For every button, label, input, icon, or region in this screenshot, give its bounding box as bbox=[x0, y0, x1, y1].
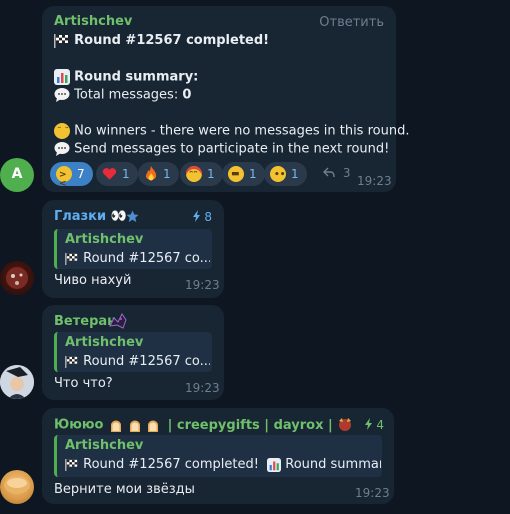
message-author[interactable]: Глазки 👀 bbox=[54, 209, 127, 224]
message-line: Round #12567 completed! bbox=[54, 33, 269, 48]
reaction-count: 1 bbox=[249, 167, 257, 181]
avatar-image bbox=[4, 476, 30, 494]
reply-quote[interactable]: Artishchev Round #12567 co... bbox=[54, 332, 212, 372]
rofl-icon: >< bbox=[56, 166, 72, 189]
speech-bubble-icon bbox=[54, 88, 70, 102]
replies-counter[interactable]: 3 bbox=[323, 166, 350, 180]
avatar-image bbox=[0, 365, 34, 399]
reply-snippet: Round #12567 co... bbox=[83, 354, 210, 369]
bread-icon bbox=[129, 420, 140, 432]
reaction-rofl[interactable]: >< 7 bbox=[50, 162, 93, 189]
neutral-face-icon: •• bbox=[270, 166, 286, 182]
avatar-letter: A bbox=[11, 166, 23, 182]
reply-author: Artishchev bbox=[65, 438, 144, 453]
reply-author: Artishchev bbox=[65, 335, 144, 350]
avatar[interactable]: A bbox=[0, 158, 34, 192]
bread-icon bbox=[148, 420, 159, 432]
reply-snippet: Round #12567 co... bbox=[83, 251, 210, 266]
message-text: Чиво нахуй bbox=[54, 273, 132, 288]
message-text: Верните мои звёзды bbox=[54, 482, 195, 497]
message-line: Round summary: bbox=[54, 69, 198, 85]
round-title: Round #12567 completed! bbox=[74, 33, 270, 48]
bar-chart-icon bbox=[54, 69, 70, 85]
party-face-icon: ᵔᵔ bbox=[186, 166, 202, 182]
boost-badge: 8 bbox=[192, 210, 212, 224]
message-time: 19:23 bbox=[355, 486, 390, 500]
reaction-count: 1 bbox=[207, 167, 215, 181]
message-bubble[interactable]: Юююо | creepygifts | dayrox | 4 Artishch… bbox=[42, 408, 394, 504]
avatar[interactable] bbox=[0, 365, 34, 399]
badge-count: 4 bbox=[376, 418, 384, 432]
bar-chart-icon bbox=[267, 457, 282, 472]
badge-count: 8 bbox=[204, 210, 212, 224]
boost-badge: 4 bbox=[364, 418, 384, 432]
message-time: 19:23 bbox=[357, 174, 392, 188]
grin-icon: ▬ bbox=[228, 166, 244, 182]
summary-heading: Round summary: bbox=[74, 69, 199, 85]
checkered-flag-icon bbox=[65, 355, 78, 368]
reaction-grin[interactable]: ▬ 1 bbox=[222, 162, 265, 186]
message-author: Юююо bbox=[54, 417, 104, 433]
reply-count: 3 bbox=[342, 166, 351, 180]
reply-text: Round #12567 co... bbox=[65, 251, 210, 266]
message-author[interactable]: Artishchev bbox=[54, 14, 132, 29]
sad-face-icon: ˘ ˘ bbox=[54, 123, 70, 139]
reaction-count: 1 bbox=[122, 167, 130, 181]
checkered-flag-icon bbox=[54, 33, 68, 48]
message-time: 19:23 bbox=[185, 381, 220, 395]
reaction-count: 1 bbox=[291, 167, 299, 181]
message-time: 19:23 bbox=[185, 278, 220, 292]
total-messages-label: Total messages: bbox=[74, 87, 179, 103]
dragon-icon bbox=[109, 313, 127, 329]
reply-quote[interactable]: Artishchev Round #12567 co... bbox=[54, 229, 212, 269]
reply-text: Round #12567 completed! Round summar... bbox=[65, 457, 381, 472]
reply-quote[interactable]: Artishchev Round #12567 completed! Round… bbox=[54, 435, 382, 477]
message-line: Send messages to participate in the next… bbox=[54, 141, 389, 157]
message-line: ˘ ˘ No winners - there were no messages … bbox=[54, 123, 409, 139]
participate-text: Send messages to participate in the next… bbox=[74, 141, 390, 157]
message-bubble[interactable]: Ветеран Artishchev Round #12567 co... Чт… bbox=[42, 305, 224, 400]
reply-button[interactable]: Ответить bbox=[319, 15, 384, 30]
checkered-flag-icon bbox=[65, 458, 78, 471]
bread-icon bbox=[111, 420, 121, 432]
heart-icon bbox=[102, 168, 117, 180]
total-messages-value: 0 bbox=[182, 87, 192, 103]
author-suffix: | creepygifts | dayrox | bbox=[167, 417, 333, 433]
avatar[interactable] bbox=[0, 261, 34, 295]
message-author-line[interactable]: Юююо | creepygifts | dayrox | bbox=[54, 417, 353, 433]
speech-bubble-icon bbox=[54, 142, 70, 156]
checkered-flag-icon bbox=[65, 252, 78, 265]
message-author[interactable]: Ветеран bbox=[54, 314, 116, 329]
reaction-count: 1 bbox=[163, 167, 171, 181]
lightning-icon bbox=[364, 418, 372, 430]
reaction-party[interactable]: ᵔᵔ 1 bbox=[180, 162, 223, 186]
lightning-icon bbox=[192, 210, 200, 222]
reaction-neutral[interactable]: •• 1 bbox=[264, 162, 307, 186]
message-text: Что что? bbox=[54, 376, 113, 391]
reaction-fire[interactable]: 1 bbox=[138, 162, 179, 186]
avatar[interactable] bbox=[0, 470, 34, 504]
message-bubble[interactable]: Глазки 👀 8 Artishchev Round #12567 co...… bbox=[42, 200, 224, 298]
star-icon bbox=[126, 210, 139, 223]
avatar-image bbox=[6, 267, 28, 289]
reply-snippet-2: Round summar... bbox=[285, 457, 381, 472]
creature-icon bbox=[339, 418, 352, 431]
reaction-count: 7 bbox=[77, 167, 85, 181]
reply-text: Round #12567 co... bbox=[65, 354, 210, 369]
reply-author: Artishchev bbox=[65, 232, 144, 247]
message-bubble[interactable]: Artishchev Ответить Round #12567 complet… bbox=[42, 6, 409, 192]
reply-arrow-icon bbox=[323, 167, 335, 178]
no-winners-text: No winners - there were no messages in t… bbox=[74, 123, 410, 139]
fire-icon bbox=[145, 166, 157, 181]
message-line: Total messages: 0 bbox=[54, 87, 191, 103]
reply-snippet: Round #12567 completed! bbox=[83, 457, 259, 472]
reaction-heart[interactable]: 1 bbox=[96, 162, 138, 186]
